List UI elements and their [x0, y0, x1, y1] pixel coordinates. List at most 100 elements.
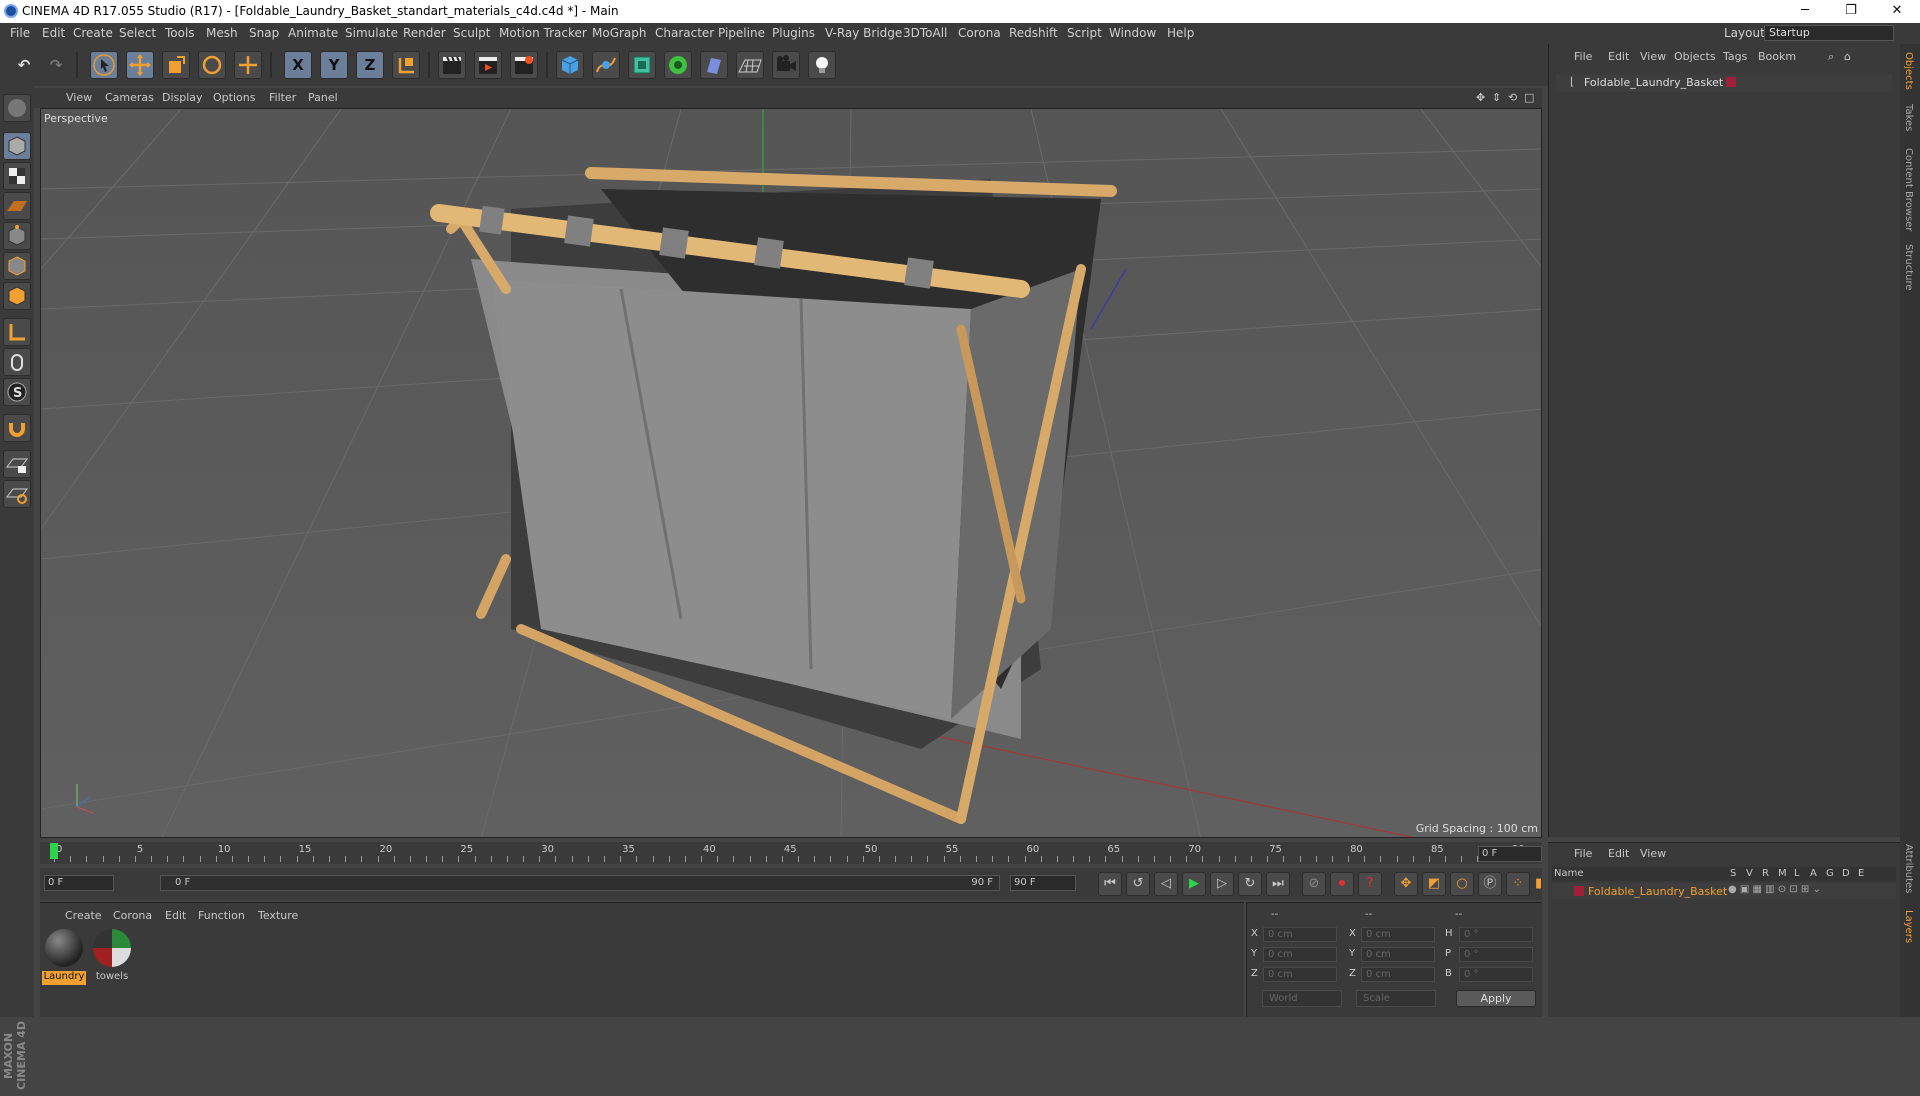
coordinate-mode-select[interactable]: World — [1262, 990, 1342, 1007]
tab-objects[interactable]: Objects — [1903, 52, 1914, 90]
menu-redshift[interactable]: Redshift — [1009, 26, 1058, 40]
go-to-start-button[interactable]: ⏮ — [1098, 872, 1122, 896]
menu-render[interactable]: Render — [403, 26, 446, 40]
menu-mesh[interactable]: Mesh — [206, 26, 238, 40]
layer-flags-icon[interactable]: ● ▣ ▦ ▥ ⊙ ⊡ ⊞ ⌄ — [1728, 884, 1821, 895]
menu-3dtoall[interactable]: 3DToAll — [903, 26, 947, 40]
minimize-button[interactable]: ─ — [1782, 0, 1828, 23]
polygons-mode-button[interactable] — [3, 282, 31, 310]
menu-plugins[interactable]: Plugins — [772, 26, 815, 40]
edges-mode-button[interactable] — [3, 252, 31, 280]
menu-mograph[interactable]: MoGraph — [592, 26, 647, 40]
close-button[interactable]: ✕ — [1874, 0, 1920, 23]
scale-button[interactable] — [162, 51, 190, 79]
viewport-rotate-icon[interactable]: ⟲ — [1508, 91, 1517, 104]
frame-range-slider[interactable]: 0 F 90 F — [160, 875, 1000, 891]
redo-button[interactable]: ↷ — [42, 51, 70, 79]
material-menu-function[interactable]: Function — [198, 909, 245, 922]
key-parameter-button[interactable]: Ⓟ — [1478, 872, 1502, 896]
menu-snap[interactable]: Snap — [249, 26, 279, 40]
light-button[interactable] — [808, 51, 836, 79]
axis-mode-button[interactable] — [3, 318, 31, 346]
viewport-menu-cameras[interactable]: Cameras — [105, 91, 154, 104]
autokey-button[interactable]: ⏺ — [1330, 872, 1354, 896]
undo-button[interactable]: ↶ — [10, 51, 38, 79]
material-menu-texture[interactable]: Texture — [258, 909, 298, 922]
tab-content-browser[interactable]: Content Browser — [1903, 148, 1914, 231]
planar-workplane-button[interactable] — [3, 480, 31, 508]
viewport-menu-display[interactable]: Display — [162, 91, 203, 104]
make-editable-button[interactable] — [3, 94, 31, 122]
transform-button[interactable] — [234, 51, 262, 79]
coordinate-system-button[interactable] — [392, 51, 420, 79]
search-icon[interactable]: ⌕ — [1828, 50, 1834, 64]
keyframe-selection-button[interactable]: ? — [1358, 872, 1382, 896]
material-towels[interactable]: towels — [90, 927, 134, 985]
move-button[interactable] — [126, 51, 154, 79]
go-to-end-button[interactable]: ⏭ — [1266, 872, 1290, 896]
solo-button[interactable]: S — [3, 378, 31, 406]
spline-pen-button[interactable] — [592, 51, 620, 79]
restore-button[interactable]: ❐ — [1828, 0, 1874, 23]
material-menu-corona[interactable]: Corona — [113, 909, 152, 922]
points-mode-button[interactable] — [3, 222, 31, 250]
live-selection-button[interactable] — [90, 51, 118, 79]
menu-select[interactable]: Select — [119, 26, 156, 40]
record-keys-button[interactable]: ⊘ — [1302, 872, 1326, 896]
menu-edit[interactable]: Edit — [42, 26, 65, 40]
tab-attributes[interactable]: Attributes — [1903, 844, 1914, 893]
playhead[interactable] — [50, 843, 58, 859]
axis-x-button[interactable]: X — [284, 51, 312, 79]
cloner-button[interactable] — [664, 51, 692, 79]
axis-z-button[interactable]: Z — [356, 51, 384, 79]
viewport-move-icon[interactable]: ✥ — [1476, 91, 1485, 104]
layers-menu-edit[interactable]: Edit — [1608, 847, 1629, 860]
menu-pipeline[interactable]: Pipeline — [718, 26, 765, 40]
start-frame-field[interactable]: 0 F — [44, 875, 114, 891]
model-mode-button[interactable] — [3, 132, 31, 160]
objects-menu-view[interactable]: View — [1640, 50, 1666, 63]
menu-simulate[interactable]: Simulate — [345, 26, 398, 40]
viewport-menu-panel[interactable]: Panel — [308, 91, 338, 104]
key-scale-button[interactable]: ◩ — [1422, 872, 1446, 896]
position-z-field[interactable]: 0 cm — [1263, 967, 1337, 982]
current-frame-field[interactable]: 0 F — [1478, 846, 1542, 862]
key-position-button[interactable]: ✥ — [1394, 872, 1418, 896]
home-icon[interactable]: ⌂ — [1844, 50, 1851, 63]
deformer-button[interactable] — [700, 51, 728, 79]
snap-button[interactable] — [3, 414, 31, 442]
layout-select[interactable]: Startup — [1764, 25, 1894, 41]
perspective-viewport[interactable] — [40, 108, 1542, 838]
tab-structure[interactable]: Structure — [1903, 244, 1914, 291]
next-key-button[interactable]: ↻ — [1238, 872, 1262, 896]
size-x-field[interactable]: 0 cm — [1361, 927, 1435, 942]
objects-menu-edit[interactable]: Edit — [1608, 50, 1629, 63]
menu-create[interactable]: Create — [73, 26, 113, 40]
menu-motion-tracker[interactable]: Motion Tracker — [499, 26, 587, 40]
lock-workplane-button[interactable] — [3, 450, 31, 478]
menu-window[interactable]: Window — [1109, 26, 1156, 40]
layer-row[interactable]: Foldable_Laundry_Basket ● ▣ ▦ ▥ ⊙ ⊡ ⊞ ⌄ — [1552, 883, 1896, 899]
objects-menu-bookmarks[interactable]: Bookm — [1758, 50, 1796, 63]
viewport-menu-options[interactable]: Options — [213, 91, 255, 104]
menu-corona[interactable]: Corona — [958, 26, 1001, 40]
material-laundry[interactable]: Laundry — [42, 927, 86, 985]
size-z-field[interactable]: 0 cm — [1361, 967, 1435, 982]
material-menu-create[interactable]: Create — [65, 909, 102, 922]
rotation-p-field[interactable]: 0 ° — [1459, 947, 1533, 962]
cube-button[interactable] — [556, 51, 584, 79]
tab-layers[interactable]: Layers — [1903, 910, 1914, 943]
size-y-field[interactable]: 0 cm — [1361, 947, 1435, 962]
viewport-menu-view[interactable]: View — [66, 91, 92, 104]
tweak-mode-button[interactable] — [3, 348, 31, 376]
menu-vray-bridge[interactable]: V-Ray Bridge — [825, 26, 902, 40]
end-frame-field[interactable]: 90 F — [1010, 875, 1076, 891]
menu-sculpt[interactable]: Sculpt — [453, 26, 490, 40]
position-x-field[interactable]: 0 cm — [1263, 927, 1337, 942]
play-button[interactable]: ▶ — [1182, 872, 1206, 896]
viewport-maximize-icon[interactable]: □ — [1524, 91, 1534, 104]
menu-script[interactable]: Script — [1067, 26, 1102, 40]
previous-frame-button[interactable]: ◁ — [1154, 872, 1178, 896]
viewport-menu-filter[interactable]: Filter — [269, 91, 296, 104]
transform-mode-select[interactable]: Scale — [1356, 990, 1436, 1007]
